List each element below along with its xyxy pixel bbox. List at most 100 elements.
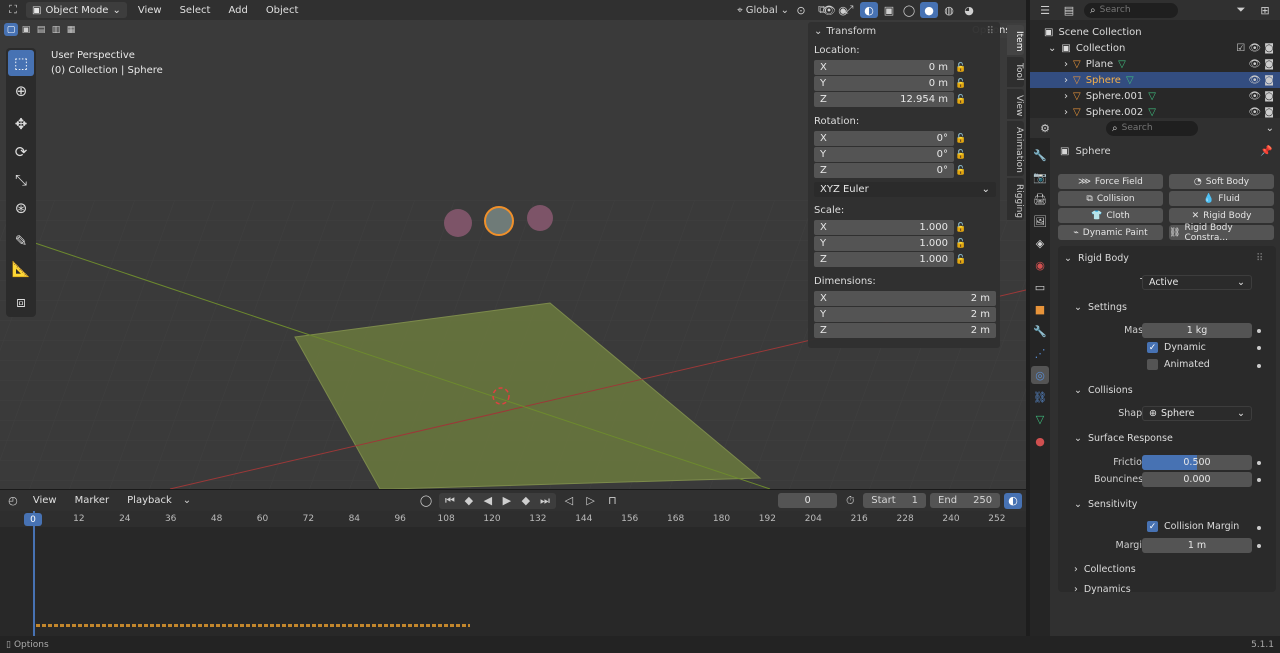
move-icon[interactable]: ✥ — [8, 111, 34, 137]
lock-icon[interactable]: 🔓 — [954, 79, 968, 89]
rotation-x-field[interactable]: X 0° — [814, 131, 954, 146]
outliner-collection[interactable]: ⌄ ▣ Collection ☑ 👁 ◙ — [1030, 40, 1280, 56]
playhead-sync-icon[interactable]: ◐ — [1004, 492, 1022, 509]
tab-animation[interactable]: Animation — [1007, 121, 1024, 176]
rotate-icon[interactable]: ⟳ — [8, 139, 34, 165]
rigid-body-header[interactable]: ⌄ Rigid Body — [1064, 253, 1129, 264]
annotate-icon[interactable]: ✎ — [8, 228, 34, 254]
lock-icon[interactable]: 🔓 — [954, 95, 968, 105]
cursor-icon[interactable]: ⊕ — [8, 78, 34, 104]
select-extend-icon[interactable]: ▣ — [19, 23, 33, 36]
animated-checkbox[interactable]: Animated — [1147, 359, 1210, 370]
output-tab-icon[interactable]: 🖨 — [1031, 190, 1049, 208]
sphere-object-right[interactable] — [527, 205, 553, 231]
location-z-field[interactable]: Z 12.954 m — [814, 92, 954, 107]
timeline-editor[interactable]: ◴ View Marker Playback ⌄ ◯ ⏮ ◆ ◀ ▶ ◆ ⏭ ◁… — [0, 489, 1026, 636]
dynamic-paint-button[interactable]: ⌁ Dynamic Paint — [1058, 225, 1163, 240]
rendered-shading-icon[interactable]: ◕ — [960, 2, 978, 18]
wireframe-shading-icon[interactable]: ◯ — [900, 2, 918, 18]
timeline-menu-playback[interactable]: Playback — [120, 495, 179, 506]
solid-shading-icon[interactable]: ● — [920, 2, 938, 18]
overlay-icon[interactable]: ◐ — [860, 2, 878, 18]
collision-margin-checkbox[interactable]: ✓ Collision Margin — [1147, 521, 1239, 532]
keyframe-dot-icon[interactable] — [1257, 329, 1261, 333]
dynamics-header[interactable]: › Dynamics — [1074, 584, 1131, 595]
visibility-icon[interactable]: 👁 — [820, 2, 838, 18]
material-tab-icon[interactable]: ● — [1031, 432, 1049, 450]
visibility-icons[interactable]: ☑ 👁 ◙ — [1236, 43, 1274, 54]
rigid-body-constraint-button[interactable]: ⛓ Rigid Body Constra... — [1169, 223, 1274, 243]
start-field[interactable]: 1 — [912, 495, 918, 506]
keyframe-dot-icon[interactable] — [1257, 461, 1261, 465]
filter-icon[interactable]: ⏷ — [1232, 2, 1250, 18]
menu-select[interactable]: Select — [173, 5, 218, 16]
scale-z-field[interactable]: Z 1.000 — [814, 252, 954, 267]
menu-add[interactable]: Add — [221, 5, 254, 16]
pin-icon[interactable]: 📌 — [1260, 146, 1272, 157]
collection-tab-icon[interactable]: ▭ — [1031, 278, 1049, 296]
play-reverse-icon[interactable]: ◀ — [479, 493, 497, 509]
menu-object[interactable]: Object — [259, 5, 306, 16]
menu-view[interactable]: View — [131, 5, 169, 16]
jump-end-icon[interactable]: ⏭ — [536, 493, 554, 509]
collections-header[interactable]: › Collections — [1074, 564, 1136, 575]
dimension-x-field[interactable]: X 2 m — [814, 291, 996, 306]
shape-dropdown[interactable]: ⊕ Sphere ⌄ — [1142, 406, 1252, 421]
select-intersect-icon[interactable]: ▦ — [64, 23, 78, 36]
properties-search-input[interactable] — [1121, 123, 1186, 133]
prev-keyframe-icon[interactable]: ◆ — [460, 493, 478, 509]
margin-field[interactable]: 1 m — [1142, 538, 1252, 553]
prev-frame-icon[interactable]: ◁ — [560, 493, 578, 509]
location-x-field[interactable]: X 0 m — [814, 60, 954, 75]
scale-x-field[interactable]: X 1.000 — [814, 220, 954, 235]
modifier-tab-icon[interactable]: 🔧 — [1031, 322, 1049, 340]
select-invert-icon[interactable]: ▥ — [49, 23, 63, 36]
collisions-header[interactable]: ⌄ Collisions — [1074, 385, 1133, 396]
fluid-button[interactable]: 💧 Fluid — [1169, 191, 1274, 206]
scale-y-field[interactable]: Y 1.000 — [814, 236, 954, 251]
rotation-z-field[interactable]: Z 0° — [814, 163, 954, 178]
outliner-type-icon[interactable]: ☰ — [1036, 2, 1054, 18]
visibility-icons[interactable]: 👁 ◙ — [1248, 75, 1274, 86]
lock-icon[interactable]: 🔓 — [954, 63, 968, 73]
keyframe-dot-icon[interactable] — [1257, 526, 1261, 530]
surface-response-header[interactable]: ⌄ Surface Response — [1074, 433, 1173, 444]
type-dropdown[interactable]: Active ⌄ — [1142, 275, 1252, 290]
data-tab-icon[interactable]: ▽ — [1031, 410, 1049, 428]
playhead-frame-badge[interactable]: 0 — [24, 513, 42, 526]
next-keyframe-icon[interactable]: ◆ — [517, 493, 535, 509]
lock-icon[interactable]: 🔓 — [954, 166, 968, 176]
tab-rigging[interactable]: Rigging — [1007, 178, 1024, 220]
measure-icon[interactable]: 📐 — [8, 256, 34, 282]
orientation-dropdown[interactable]: Global — [746, 5, 778, 16]
outliner-item-sphere[interactable]: › ▽ Sphere ▽ 👁 ◙ — [1030, 72, 1280, 88]
gizmo-icon[interactable]: ⤢ — [840, 2, 858, 18]
force-field-button[interactable]: ⋙ Force Field — [1058, 174, 1163, 189]
dynamic-checkbox[interactable]: ✓ Dynamic — [1147, 342, 1206, 353]
timeline-menu-marker[interactable]: Marker — [68, 495, 117, 506]
scale-icon[interactable]: ⤡ — [8, 167, 34, 193]
display-mode-icon[interactable]: ▤ — [1060, 2, 1078, 18]
outliner-item-plane[interactable]: › ▽ Plane ▽ 👁 ◙ — [1030, 56, 1280, 72]
sphere-object-selected[interactable] — [484, 206, 514, 236]
collision-button[interactable]: ⧉ Collision — [1058, 191, 1163, 206]
dimension-y-field[interactable]: Y 2 m — [814, 307, 996, 322]
lock-icon[interactable]: 🔓 — [954, 150, 968, 160]
friction-slider[interactable]: 0.500 — [1142, 455, 1252, 470]
tool-tab-icon[interactable]: 🔧 — [1031, 146, 1049, 164]
select-new-icon[interactable]: ▢ — [4, 23, 18, 36]
current-frame-field[interactable]: 0 — [777, 493, 838, 508]
transform-icon[interactable]: ⊛ — [8, 195, 34, 221]
visibility-icons[interactable]: 👁 ◙ — [1248, 59, 1274, 70]
keyframe-dot-icon[interactable] — [1257, 346, 1261, 350]
physics-tab-icon[interactable]: ◎ — [1031, 366, 1049, 384]
lock-icon[interactable]: 🔓 — [954, 223, 968, 233]
editor-type-icon[interactable]: ⛶ — [4, 2, 22, 18]
sensitivity-header[interactable]: ⌄ Sensitivity — [1074, 499, 1137, 510]
properties-type-icon[interactable]: ⚙ — [1036, 120, 1054, 136]
snap-icon[interactable]: ⊓ — [604, 493, 622, 509]
chevron-down-icon[interactable]: ⌄ — [814, 26, 822, 37]
mass-field[interactable]: 1 kg — [1142, 323, 1252, 338]
record-icon[interactable]: ◯ — [417, 493, 435, 509]
cloth-button[interactable]: 👕 Cloth — [1058, 208, 1163, 223]
